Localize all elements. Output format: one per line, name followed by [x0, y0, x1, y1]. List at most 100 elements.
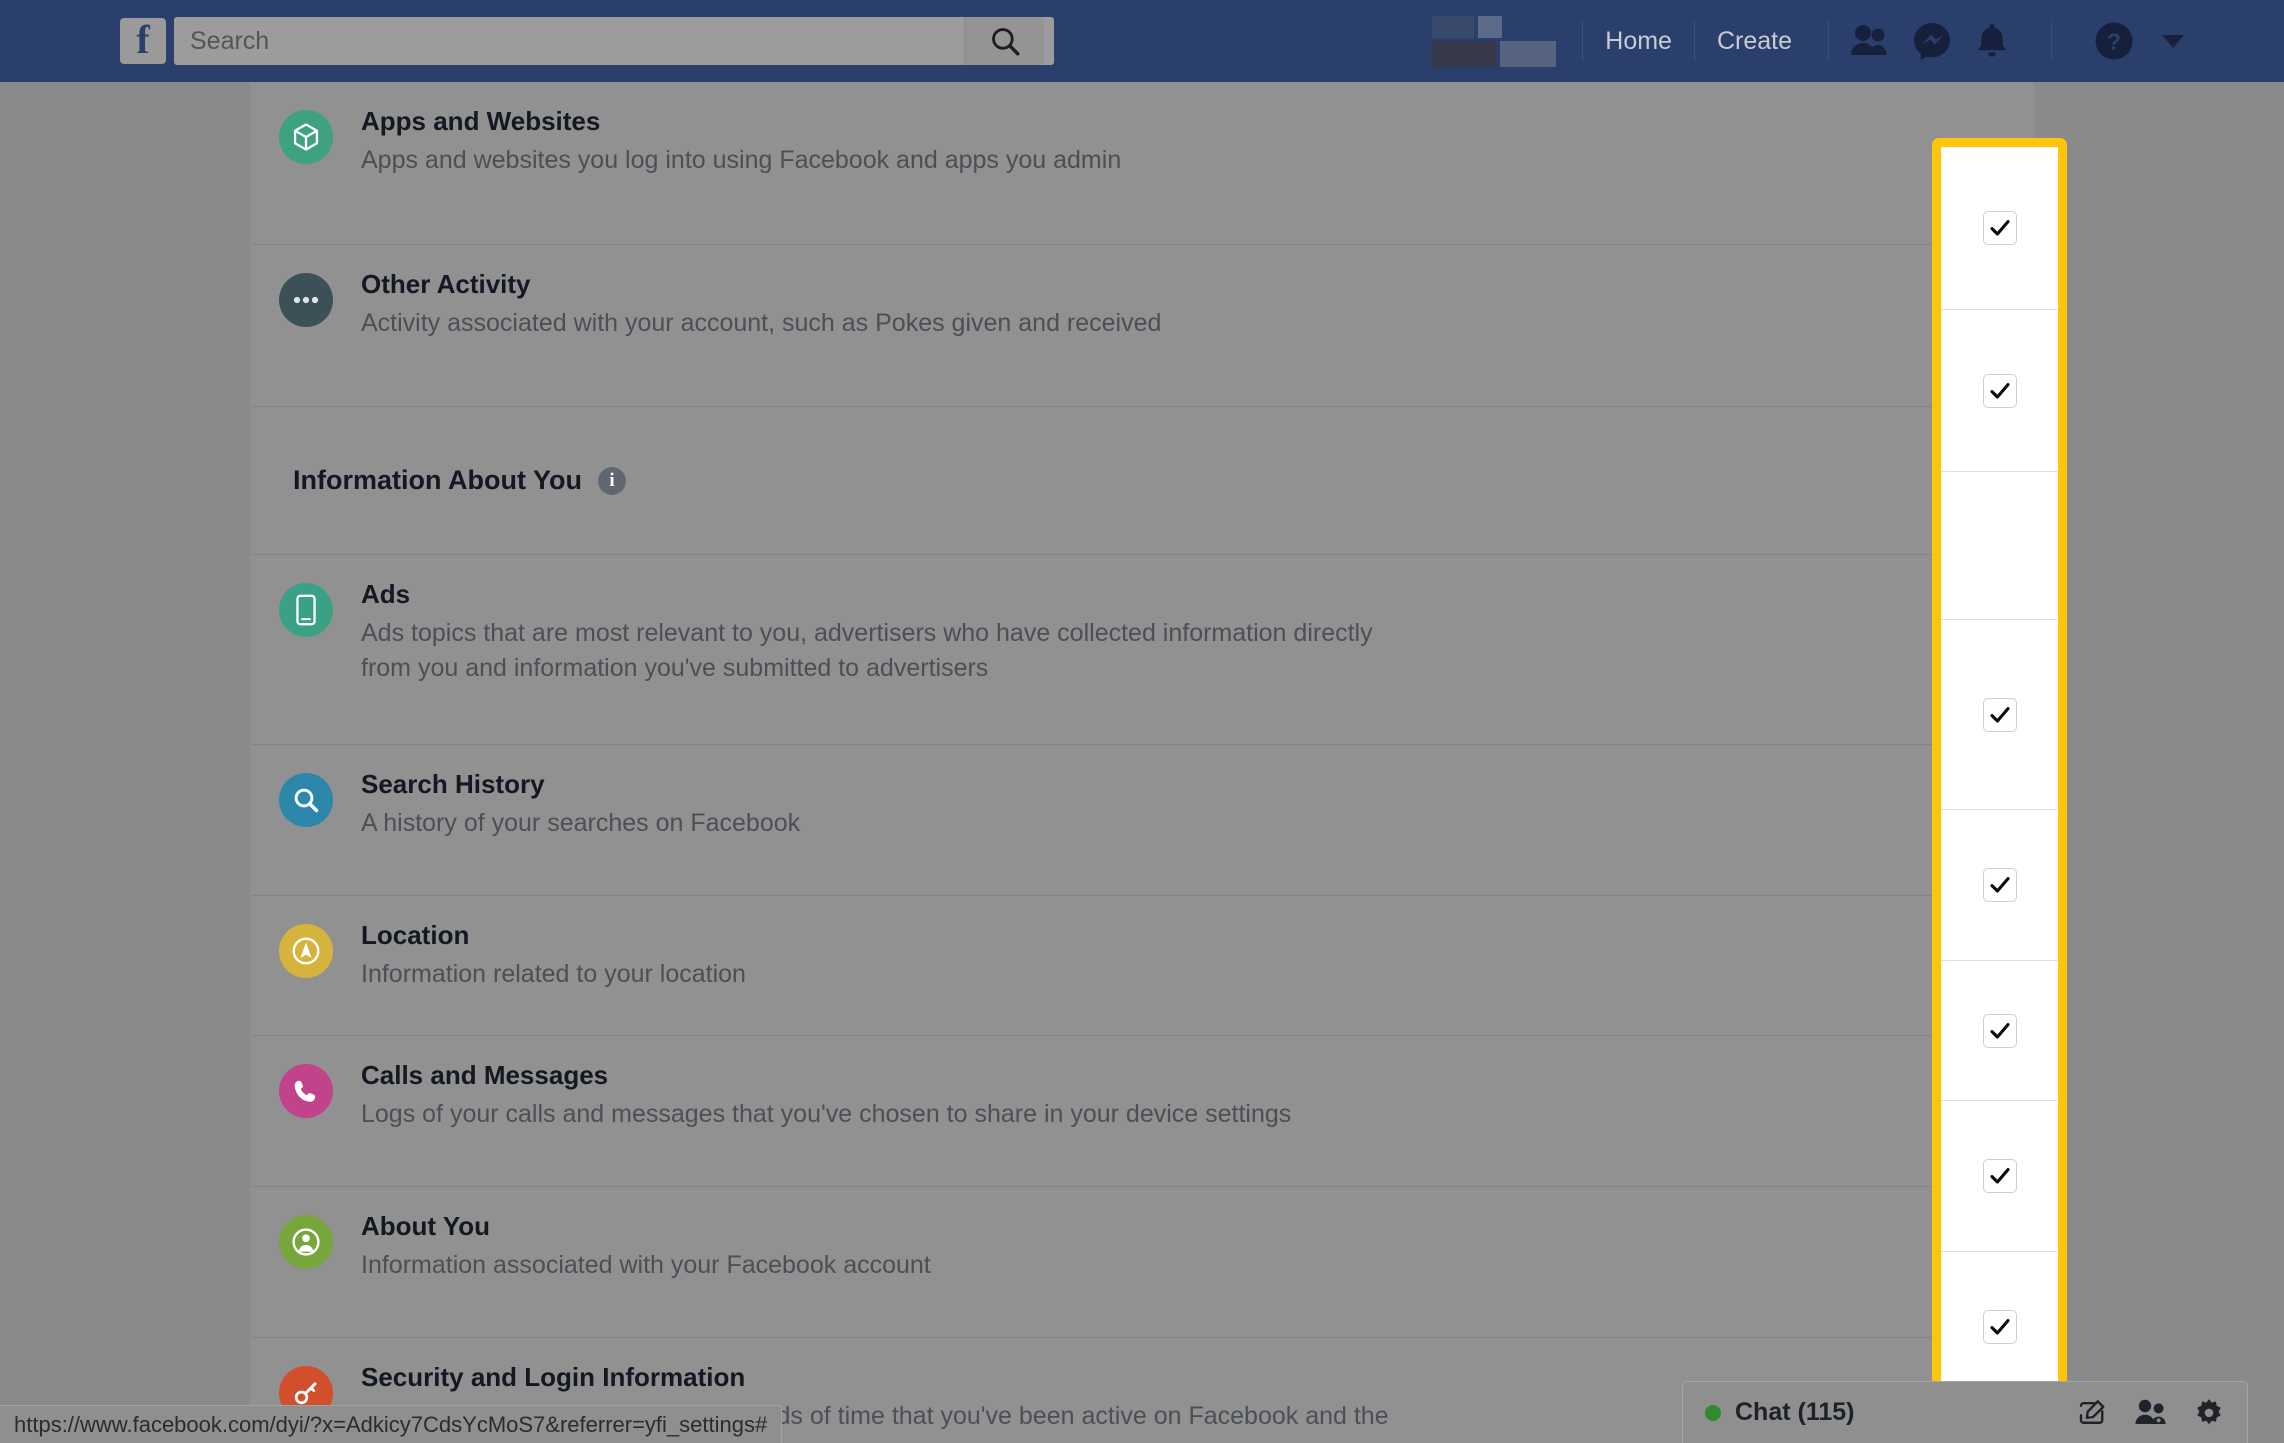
device-icon	[279, 583, 333, 637]
check-icon	[1989, 382, 2010, 399]
table-row[interactable]: Other Activity Activity associated with …	[251, 244, 2034, 406]
help-icon: ?	[2095, 22, 2133, 60]
checkbox-calls-and-messages[interactable]	[1982, 1159, 2017, 1193]
row-text: Search History A history of your searche…	[361, 767, 2034, 841]
phone-icon	[279, 1064, 333, 1118]
checkbox-cell[interactable]	[1941, 147, 2058, 309]
table-row[interactable]: Ads Ads topics that are most relevant to…	[251, 554, 2034, 744]
checkbox-column-highlight	[1932, 138, 2067, 1393]
checkbox-cell[interactable]	[1941, 309, 2058, 471]
row-icon-slot	[251, 577, 361, 637]
row-description: Ads topics that are most relevant to you…	[361, 619, 1373, 682]
chat-online-status-dot	[1705, 1404, 1721, 1421]
checkbox-cell[interactable]	[1941, 1100, 2058, 1251]
chat-label: Chat (115)	[1735, 1398, 1855, 1426]
row-title: Search History	[361, 769, 545, 799]
facebook-logo[interactable]: f	[120, 18, 166, 64]
row-icon-slot	[251, 918, 361, 978]
search-bar[interactable]	[174, 17, 1054, 65]
checkbox-other-activity[interactable]	[1982, 373, 2017, 408]
checkbox-ads[interactable]	[1982, 697, 2017, 732]
facebook-top-navbar: f Home Create	[0, 0, 2284, 82]
row-text: Apps and Websites Apps and websites you …	[361, 104, 2034, 178]
search-circle-icon	[279, 773, 333, 827]
chat-bar[interactable]: Chat (115)	[1682, 1381, 2248, 1443]
navbar-icon-group: ?	[1828, 21, 2184, 61]
help-button[interactable]: ?	[2094, 21, 2134, 61]
browser-status-bar-url: https://www.facebook.com/dyi/?x=Adkicy7C…	[0, 1405, 783, 1443]
check-icon	[1989, 1022, 2010, 1039]
row-icon-slot	[251, 1058, 361, 1118]
row-description: Logs of your calls and messages that you…	[361, 1100, 1292, 1128]
table-row[interactable]: About You Information associated with yo…	[251, 1186, 2034, 1337]
check-icon	[1989, 1168, 2010, 1184]
notifications-button[interactable]	[1975, 22, 2009, 60]
check-icon	[1989, 220, 2010, 236]
search-icon	[991, 28, 1019, 56]
checkbox-about-you[interactable]	[1982, 1310, 2017, 1344]
friend-requests-button[interactable]	[1849, 23, 1889, 59]
row-description: Information associated with your Faceboo…	[361, 1251, 931, 1279]
cube-icon	[279, 110, 333, 164]
compose-message-icon	[2079, 1399, 2105, 1424]
section-title: Information About You	[293, 465, 582, 495]
row-icon-slot	[251, 267, 361, 327]
nav-link-home[interactable]: Home	[1582, 21, 1694, 61]
row-description: Activity associated with your account, s…	[361, 309, 1162, 337]
notifications-icon	[1978, 24, 2006, 57]
checkbox-cell[interactable]	[1941, 960, 2058, 1100]
person-icon	[279, 1215, 333, 1269]
ellipsis-icon	[279, 273, 333, 327]
table-row[interactable]: Location Information related to your loc…	[251, 895, 2034, 1035]
compass-icon	[279, 924, 333, 978]
navbar-divider	[2051, 22, 2052, 60]
check-icon	[1989, 1319, 2010, 1335]
check-icon	[1989, 877, 2010, 893]
search-button[interactable]	[964, 17, 1044, 65]
search-input[interactable]	[174, 26, 964, 56]
table-row[interactable]: Apps and Websites Apps and websites you …	[251, 82, 2034, 244]
row-title: Security and Login Information	[361, 1362, 746, 1392]
checkbox-cell[interactable]	[1941, 809, 2058, 960]
profile-name-blurred[interactable]	[1432, 15, 1557, 67]
your-facebook-information-card: Apps and Websites Apps and websites you …	[250, 82, 2035, 1443]
browser-page: f Home Create	[0, 0, 2284, 1443]
page-content: Apps and Websites Apps and websites you …	[0, 82, 2284, 1443]
row-title: Calls and Messages	[361, 1060, 609, 1090]
table-row[interactable]: Calls and Messages Logs of your calls an…	[251, 1035, 2034, 1186]
row-description: Apps and websites you log into using Fac…	[361, 146, 1122, 174]
table-row[interactable]: Search History A history of your searche…	[251, 744, 2034, 895]
row-title: Other Activity	[361, 269, 531, 299]
check-icon	[1989, 706, 2010, 723]
messenger-button[interactable]	[1913, 22, 1951, 60]
row-description: A history of your searches on Facebook	[361, 809, 801, 837]
row-description: Information related to your location	[361, 960, 746, 988]
checkbox-apps-and-websites[interactable]	[1982, 211, 2017, 245]
row-title: About You	[361, 1211, 491, 1241]
checkbox-search-history[interactable]	[1982, 868, 2017, 902]
checkbox-cell[interactable]	[1941, 619, 2058, 809]
account-menu-caret-icon[interactable]	[2162, 34, 2184, 48]
navbar-left-group: f	[120, 17, 1054, 65]
chat-icon-group	[2077, 1397, 2225, 1429]
row-title: Apps and Websites	[361, 106, 601, 136]
row-title: Ads	[361, 579, 411, 609]
row-text: Calls and Messages Logs of your calls an…	[361, 1058, 2034, 1132]
chat-settings-button[interactable]	[2193, 1397, 2225, 1429]
row-text: About You Information associated with yo…	[361, 1209, 2034, 1283]
checkbox-cell[interactable]	[1941, 1251, 2058, 1384]
add-friend-button[interactable]	[2133, 1398, 2167, 1428]
row-text: Ads Ads topics that are most relevant to…	[361, 577, 2034, 686]
checkbox-cell-empty-section-header	[1941, 471, 2058, 619]
svg-text:?: ?	[2107, 29, 2121, 55]
compose-message-button[interactable]	[2077, 1398, 2107, 1428]
info-icon[interactable]: i	[597, 466, 626, 495]
row-title: Location	[361, 920, 470, 950]
nav-link-create[interactable]: Create	[1693, 21, 1814, 61]
checkbox-location[interactable]	[1982, 1013, 2017, 1048]
row-icon-slot	[251, 104, 361, 164]
friend-requests-icon	[1851, 25, 1887, 55]
section-header-information-about-you: Information About You i	[251, 406, 2034, 554]
add-friend-icon	[2135, 1399, 2166, 1424]
row-text: Other Activity Activity associated with …	[361, 267, 2034, 341]
